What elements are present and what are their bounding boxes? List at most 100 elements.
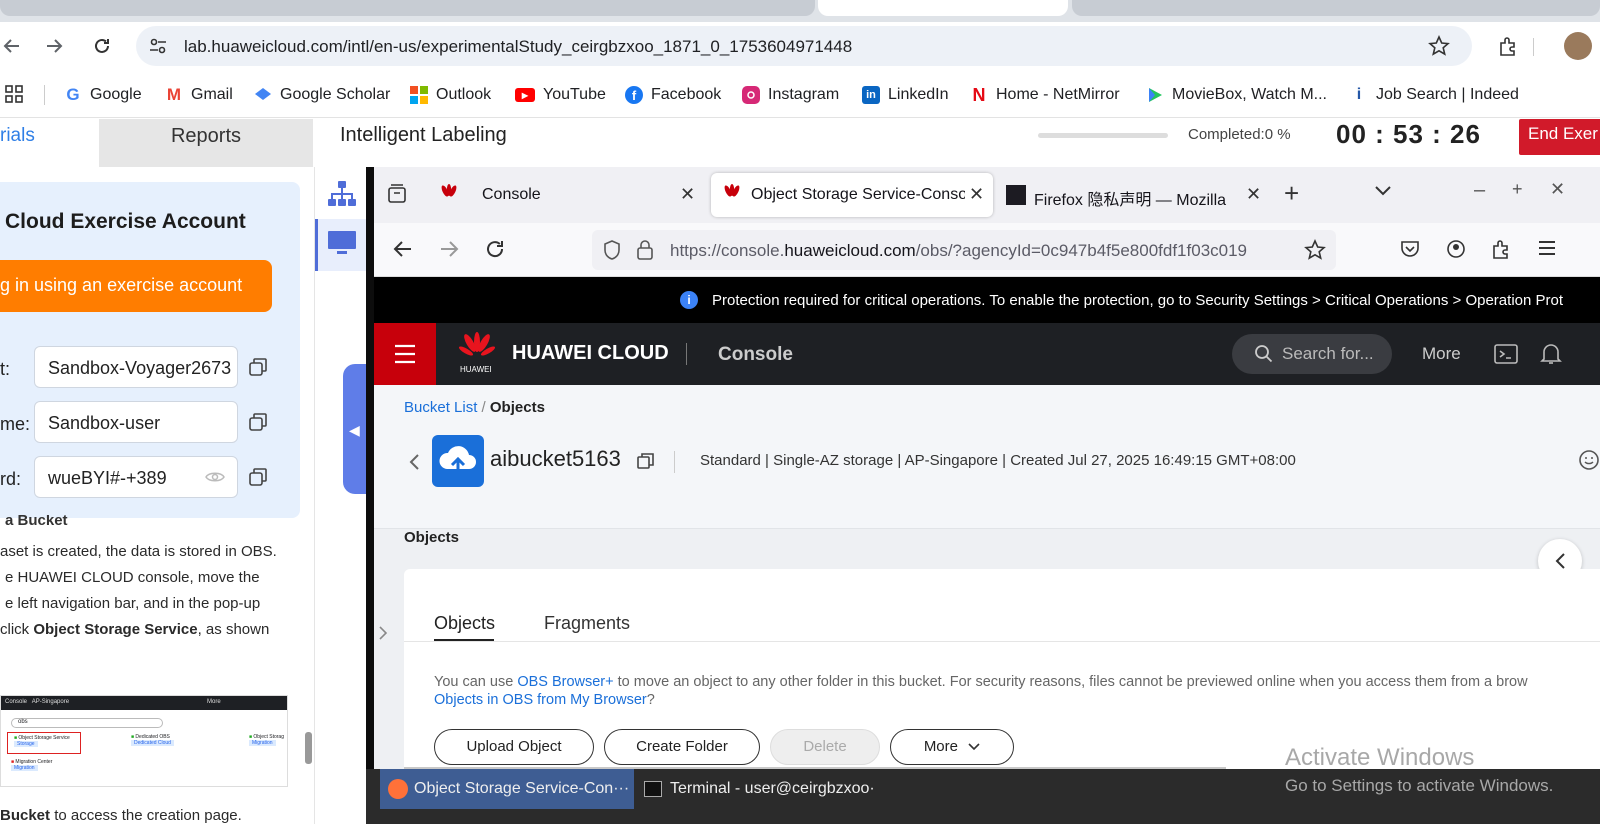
bookmark-netmirror[interactable]: N Home - NetMirror xyxy=(970,85,1120,105)
username-field[interactable]: Sandbox-user xyxy=(34,401,238,443)
bookmark-facebook[interactable]: f Facebook xyxy=(625,85,721,105)
close-window-icon[interactable]: ✕ xyxy=(1550,179,1565,200)
firefox-view-icon[interactable] xyxy=(386,183,408,205)
close-tab-icon[interactable]: ✕ xyxy=(969,184,984,205)
back-icon[interactable] xyxy=(392,238,414,260)
eye-icon[interactable] xyxy=(205,469,225,485)
end-exercise-button[interactable]: End Exer xyxy=(1519,119,1600,155)
console-search-input[interactable]: Search for... xyxy=(1232,334,1392,374)
delete-button[interactable]: Delete xyxy=(770,729,880,765)
meta-divider xyxy=(674,451,675,473)
upload-object-button[interactable]: Upload Object xyxy=(434,729,594,765)
more-actions-button[interactable]: More xyxy=(890,729,1014,765)
extensions-icon[interactable] xyxy=(1490,238,1512,260)
collapse-panel-handle[interactable]: ◀ xyxy=(343,364,367,494)
profile-avatar[interactable] xyxy=(1564,32,1592,60)
copy-password-icon[interactable] xyxy=(247,466,269,488)
menu-icon[interactable] xyxy=(1538,240,1556,256)
instagram-icon xyxy=(742,86,760,104)
tab-materials[interactable]: rials xyxy=(0,119,99,167)
more-menu[interactable]: More xyxy=(1422,344,1461,364)
copy-username-icon[interactable] xyxy=(247,411,269,433)
bookmark-google-scholar[interactable]: Google Scholar xyxy=(254,85,390,105)
lock-icon[interactable] xyxy=(636,239,654,261)
firefox-url: https://console.huaweicloud.com/obs/?age… xyxy=(670,241,1248,260)
collapse-icon: ◀ xyxy=(349,422,360,438)
password-field[interactable]: wueBYI#-+389 xyxy=(34,456,238,498)
desktop-view-tab[interactable] xyxy=(315,219,367,271)
reload-icon[interactable] xyxy=(484,238,506,260)
chrome-tab-active[interactable] xyxy=(818,0,1068,16)
copy-bucket-name-icon[interactable] xyxy=(636,451,656,471)
guide-scrollbar[interactable] xyxy=(305,732,312,764)
notification-bell-icon[interactable] xyxy=(1540,342,1562,366)
reload-icon[interactable] xyxy=(90,34,114,58)
guide-line: e left navigation bar, and in the pop-up xyxy=(5,595,261,612)
obs-browser-link[interactable]: OBS Browser+ xyxy=(517,674,613,690)
cloud-shell-icon[interactable] xyxy=(1494,343,1518,365)
taskbar-item-firefox[interactable]: Object Storage Service-Con··· xyxy=(380,769,634,809)
tab-reports[interactable]: Reports xyxy=(99,119,313,167)
firefox-tab-obs[interactable]: Object Storage Service-Conso ✕ xyxy=(711,173,993,217)
password-value: wueBYI#-+389 xyxy=(48,468,167,488)
firefox-tab-console[interactable]: Console ✕ xyxy=(428,173,708,217)
bucket-metadata: Standard | Single-AZ storage | AP-Singap… xyxy=(700,452,1296,469)
create-folder-button[interactable]: Create Folder xyxy=(604,729,760,765)
bookmark-indeed[interactable]: i Job Search | Indeed xyxy=(1350,85,1519,105)
extensions-icon[interactable] xyxy=(1496,34,1520,58)
topology-icon[interactable] xyxy=(327,179,357,209)
bookmark-star-icon[interactable] xyxy=(1428,35,1450,57)
console-label[interactable]: Console xyxy=(718,344,793,366)
service-menu-button[interactable] xyxy=(374,323,436,385)
pocket-icon[interactable] xyxy=(1400,239,1420,259)
brand-name[interactable]: HUAWEI CLOUD xyxy=(512,342,669,365)
login-exercise-account-button[interactable]: g in using an exercise account xyxy=(0,260,272,312)
address-bar[interactable]: lab.huaweicloud.com/intl/en-us/experimen… xyxy=(136,26,1472,66)
hamburger-icon xyxy=(394,344,416,364)
bookmark-youtube[interactable]: ▶ YouTube xyxy=(515,85,606,105)
breadcrumb: Bucket List / Objects xyxy=(404,399,545,416)
back-icon[interactable] xyxy=(0,34,24,58)
lab-title: Intelligent Labeling xyxy=(340,124,507,146)
close-tab-icon[interactable]: ✕ xyxy=(1246,184,1261,205)
shield-icon[interactable] xyxy=(602,239,622,261)
minimize-icon[interactable]: – xyxy=(1474,179,1485,202)
firefox-address-bar[interactable]: https://console.huaweicloud.com/obs/?age… xyxy=(592,230,1336,270)
forward-icon[interactable] xyxy=(42,34,66,58)
tab-fragments[interactable]: Fragments xyxy=(544,613,630,634)
tab-list-icon[interactable] xyxy=(1374,185,1392,197)
access-objects-link[interactable]: Objects in OBS from My Browser xyxy=(434,692,647,708)
bookmark-linkedin[interactable]: in LinkedIn xyxy=(862,85,949,105)
chrome-tab[interactable] xyxy=(0,0,815,16)
terminal-icon xyxy=(644,781,662,797)
breadcrumb-bucket-list[interactable]: Bucket List xyxy=(404,399,477,416)
mini-item-object-storage: ■ Object Storag Migration xyxy=(249,734,284,746)
bookmark-gmail[interactable]: M Gmail xyxy=(165,85,233,105)
lab-top-bar: rials Reports Intelligent Labeling Compl… xyxy=(0,119,1600,167)
tab-objects[interactable]: Objects xyxy=(434,613,495,634)
new-tab-icon[interactable]: + xyxy=(1284,178,1299,209)
close-tab-icon[interactable]: ✕ xyxy=(680,184,695,205)
toolbar-divider xyxy=(1533,38,1534,56)
maximize-icon[interactable]: + xyxy=(1512,179,1523,200)
site-settings-icon[interactable] xyxy=(148,36,168,56)
moviebox-icon xyxy=(1146,86,1164,104)
account-field[interactable]: Sandbox-Voyager2673 xyxy=(34,346,238,388)
bookmark-instagram[interactable]: Instagram xyxy=(742,85,839,105)
copy-account-icon[interactable] xyxy=(247,356,269,378)
bookmark-outlook[interactable]: Outlook xyxy=(410,85,491,105)
remote-desktop[interactable]: Console ✕ Object Storage Service-Conso ✕… xyxy=(366,167,1600,824)
account-icon[interactable] xyxy=(1446,239,1466,259)
apps-grid-icon[interactable] xyxy=(4,84,24,104)
feedback-smile-icon[interactable] xyxy=(1578,449,1600,471)
bookmark-google[interactable]: G Google xyxy=(64,85,141,105)
taskbar-item-terminal[interactable]: Terminal - user@ceirgbzxoo··· xyxy=(636,769,876,809)
bookmark-star-icon[interactable] xyxy=(1304,239,1326,261)
section-title: Objects xyxy=(404,529,460,546)
forward-icon[interactable] xyxy=(438,238,460,260)
chrome-tab[interactable] xyxy=(1072,0,1600,16)
expand-nav-icon[interactable] xyxy=(378,625,388,641)
back-chevron-icon[interactable] xyxy=(408,453,420,471)
firefox-tab-privacy[interactable]: Firefox 隐私声明 — Mozilla ✕ xyxy=(998,173,1274,217)
bookmark-moviebox[interactable]: MovieBox, Watch M... xyxy=(1146,85,1327,105)
